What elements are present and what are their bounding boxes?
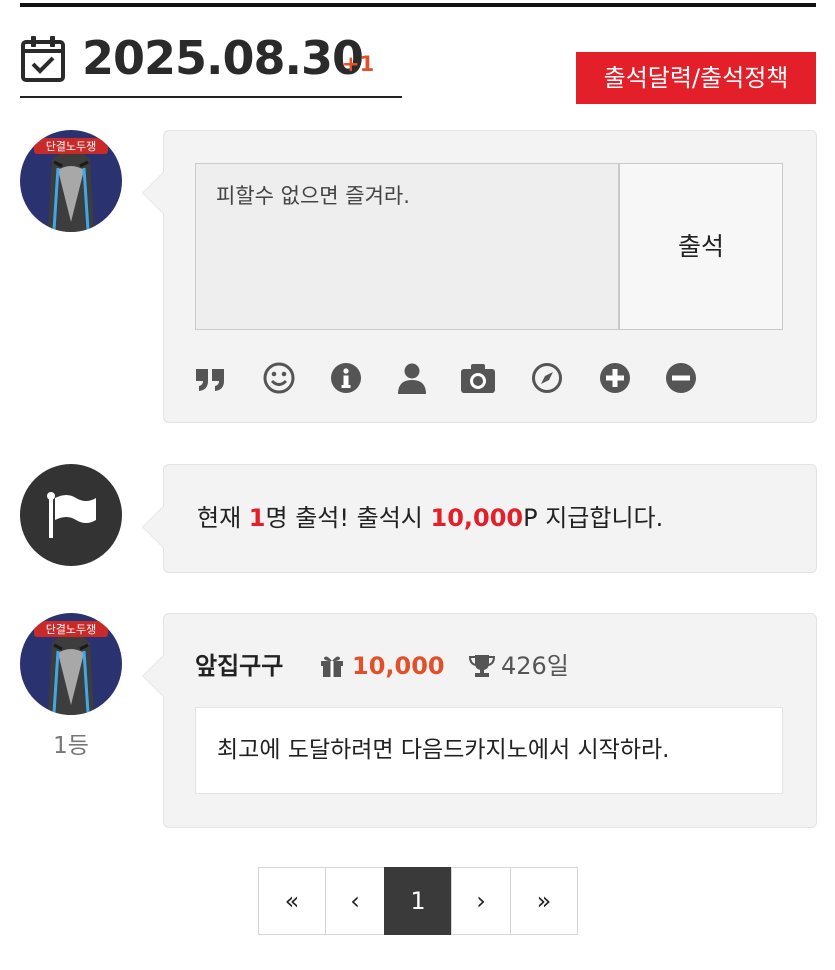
avatar-headband-text: 단결노두쟁 bbox=[46, 140, 97, 153]
gift-icon bbox=[321, 656, 343, 677]
camera-icon[interactable] bbox=[460, 361, 496, 395]
pagination-first-button[interactable]: « bbox=[258, 867, 326, 935]
minus-circle-icon[interactable] bbox=[664, 361, 698, 395]
calendar-check-icon bbox=[21, 36, 65, 82]
info-icon[interactable] bbox=[329, 361, 363, 395]
entry-rank: 1등 bbox=[53, 733, 89, 759]
attendance-increment: +1 bbox=[342, 52, 375, 76]
plus-circle-icon[interactable] bbox=[598, 361, 632, 395]
compass-icon[interactable] bbox=[530, 361, 564, 395]
avatar-image: 단결노두쟁 bbox=[20, 613, 122, 715]
entry-days: 426일 bbox=[501, 652, 569, 680]
attendance-policy-button[interactable]: 출석달력/출석정책 bbox=[576, 52, 816, 104]
notice-middle: 명 출석! 출석시 bbox=[265, 504, 431, 532]
quote-icon[interactable] bbox=[194, 361, 228, 395]
attendance-date: 2025.08.30 bbox=[82, 31, 364, 85]
greeting-textarea[interactable]: 피할수 없으면 즐겨라. bbox=[195, 163, 619, 330]
trophy-icon bbox=[469, 655, 495, 677]
attendance-notice: 현재 1명 출석! 출석시 10,000P 지급합니다. bbox=[197, 500, 663, 536]
notice-prefix: 현재 bbox=[197, 504, 249, 532]
notice-avatar bbox=[20, 464, 122, 566]
notice-count: 1 bbox=[248, 504, 266, 532]
entry-username[interactable]: 앞집구구 bbox=[195, 648, 283, 684]
entry-avatar: 단결노두쟁 bbox=[20, 613, 122, 715]
notice-suffix: P 지급합니다. bbox=[523, 504, 664, 532]
notice-points: 10,000 bbox=[430, 504, 524, 532]
user-icon[interactable] bbox=[395, 361, 429, 395]
pagination-page-1[interactable]: 1 bbox=[384, 867, 452, 935]
entry-points: 10,000 bbox=[352, 652, 445, 680]
flag-icon bbox=[47, 492, 96, 538]
avatar: 단결노두쟁 bbox=[20, 130, 122, 232]
pagination-last-button[interactable]: » bbox=[510, 867, 578, 935]
smile-icon[interactable] bbox=[262, 361, 296, 395]
top-rule bbox=[20, 3, 816, 7]
date-header: 2025.08.30 +1 bbox=[20, 30, 402, 98]
avatar-headband-text: 단결노두쟁 bbox=[46, 623, 97, 636]
avatar-image: 단결노두쟁 bbox=[20, 130, 122, 232]
pagination-next-button[interactable]: › bbox=[451, 867, 511, 935]
entry-comment: 최고에 도달하려면 다음드카지노에서 시작하라. bbox=[195, 707, 783, 794]
attend-button[interactable]: 출석 bbox=[619, 163, 783, 330]
pagination-prev-button[interactable]: ‹ bbox=[325, 867, 385, 935]
